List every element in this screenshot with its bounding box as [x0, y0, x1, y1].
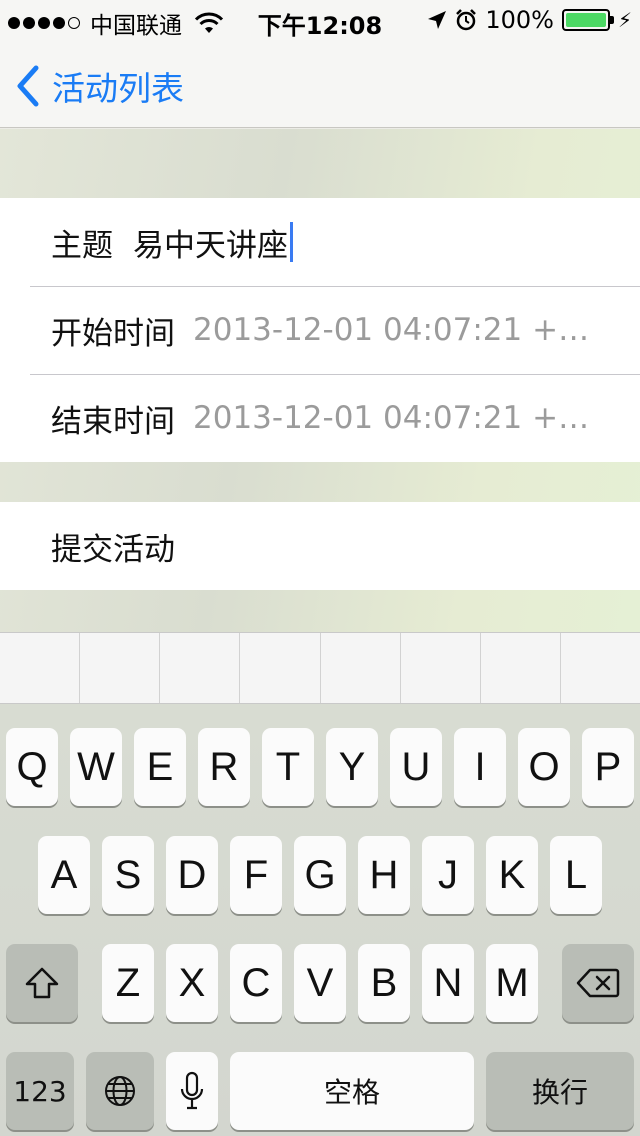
numbers-key[interactable]: 123: [6, 1052, 74, 1130]
battery-percent: 100%: [485, 6, 554, 34]
key-j[interactable]: J: [422, 836, 474, 914]
chevron-left-icon: [17, 65, 39, 107]
key-t[interactable]: T: [262, 728, 314, 806]
submit-button[interactable]: 提交活动: [0, 502, 640, 590]
candidate-slot[interactable]: [321, 633, 401, 703]
key-o[interactable]: O: [518, 728, 570, 806]
key-p[interactable]: P: [582, 728, 634, 806]
start-time-label: 开始时间: [51, 315, 175, 352]
text-cursor: [290, 222, 293, 262]
key-c[interactable]: C: [230, 944, 282, 1022]
key-m[interactable]: M: [486, 944, 538, 1022]
delete-key[interactable]: [562, 944, 634, 1022]
end-time-row[interactable]: 结束时间 2013-12-01 04:07:21 +0...: [0, 374, 640, 462]
battery-icon: [561, 9, 614, 31]
submit-button-label: 提交活动: [51, 531, 175, 568]
back-button[interactable]: 活动列表: [14, 62, 184, 110]
globe-icon: [105, 1076, 135, 1106]
key-h[interactable]: H: [358, 836, 410, 914]
key-k[interactable]: K: [486, 836, 538, 914]
key-b[interactable]: B: [358, 944, 410, 1022]
key-s[interactable]: S: [102, 836, 154, 914]
submit-group: 提交活动: [0, 502, 640, 590]
space-key[interactable]: 空格: [230, 1052, 474, 1130]
candidate-slot[interactable]: [80, 633, 161, 703]
candidate-slot[interactable]: [481, 633, 561, 703]
key-v[interactable]: V: [294, 944, 346, 1022]
key-d[interactable]: D: [166, 836, 218, 914]
location-icon: [428, 11, 447, 29]
candidate-bar: [0, 632, 640, 704]
back-button-label: 活动列表: [52, 69, 184, 108]
charging-icon: ⚡: [617, 8, 632, 32]
dictation-key[interactable]: [166, 1052, 218, 1130]
key-x[interactable]: X: [166, 944, 218, 1022]
start-time-row[interactable]: 开始时间 2013-12-01 04:07:21 +0...: [0, 286, 640, 374]
key-y[interactable]: Y: [326, 728, 378, 806]
candidate-slot[interactable]: [561, 633, 640, 703]
end-time-label: 结束时间: [51, 403, 175, 440]
key-g[interactable]: G: [294, 836, 346, 914]
status-bar: 中国联通 下午12:08 100% ⚡: [0, 0, 640, 40]
delete-icon: [576, 968, 620, 998]
event-details-group: 主题 易中天讲座 开始时间 2013-12-01 04:07:21 +0... …: [0, 198, 640, 462]
key-w[interactable]: W: [70, 728, 122, 806]
end-time-field[interactable]: 2013-12-01 04:07:21 +0...: [193, 400, 603, 436]
key-n[interactable]: N: [422, 944, 474, 1022]
key-u[interactable]: U: [390, 728, 442, 806]
key-a[interactable]: A: [38, 836, 90, 914]
start-time-field[interactable]: 2013-12-01 04:07:21 +0...: [193, 312, 603, 348]
key-e[interactable]: E: [134, 728, 186, 806]
key-z[interactable]: Z: [102, 944, 154, 1022]
candidate-slot[interactable]: [0, 633, 81, 703]
key-f[interactable]: F: [230, 836, 282, 914]
key-l[interactable]: L: [550, 836, 602, 914]
topic-input[interactable]: 易中天讲座: [133, 220, 293, 265]
key-r[interactable]: R: [198, 728, 250, 806]
key-i[interactable]: I: [454, 728, 506, 806]
candidate-slot[interactable]: [160, 633, 241, 703]
microphone-icon: [180, 1071, 204, 1110]
topic-row[interactable]: 主题 易中天讲座: [0, 198, 640, 286]
alarm-icon: [456, 9, 477, 31]
topic-label: 主题: [51, 227, 113, 264]
shift-key[interactable]: [6, 944, 78, 1022]
globe-key[interactable]: [86, 1052, 154, 1130]
candidate-slot[interactable]: [401, 633, 481, 703]
candidate-slot[interactable]: [240, 633, 321, 703]
return-key[interactable]: 换行: [486, 1052, 634, 1130]
keyboard: Q W E R T Y U I O P A S D F G H J K L Z …: [0, 704, 640, 1136]
shift-icon: [25, 967, 59, 999]
topic-input-text: 易中天讲座: [133, 227, 288, 264]
key-q[interactable]: Q: [6, 728, 58, 806]
navigation-bar: 活动列表: [0, 40, 640, 128]
